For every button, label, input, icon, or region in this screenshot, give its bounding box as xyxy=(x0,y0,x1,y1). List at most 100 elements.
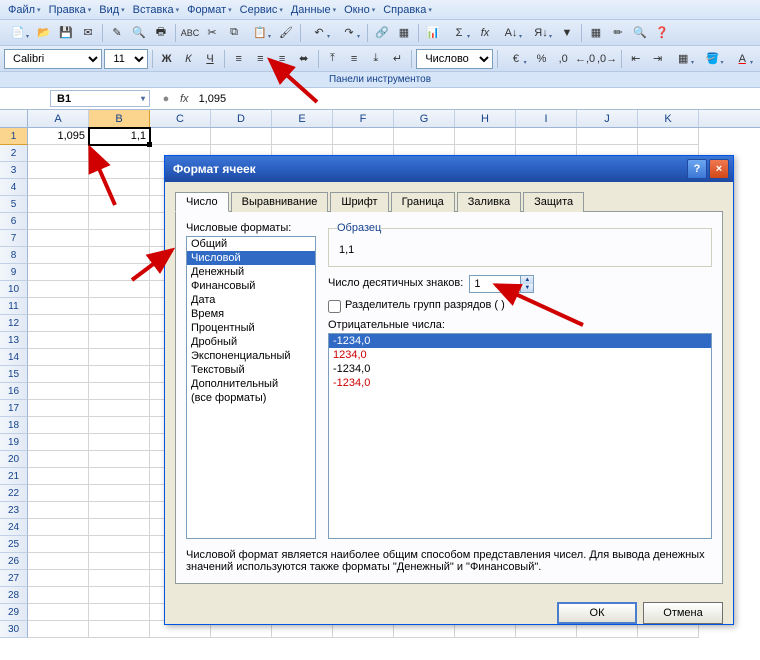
number-formats-listbox[interactable]: ОбщийЧисловойДенежныйФинансовыйДатаВремя… xyxy=(186,236,316,539)
cell-A7[interactable] xyxy=(28,230,89,247)
column-header-C[interactable]: C xyxy=(150,110,211,127)
table-button[interactable]: ▦ xyxy=(394,23,414,43)
sum-button[interactable]: Σ xyxy=(445,23,473,43)
cell-A24[interactable] xyxy=(28,519,89,536)
row-header[interactable]: 3 xyxy=(0,162,28,179)
negative-option[interactable]: -1234,0 xyxy=(329,376,711,390)
cell-F1[interactable] xyxy=(333,128,394,145)
format-painter-button[interactable]: 🖌 xyxy=(276,23,296,43)
cell-B5[interactable] xyxy=(89,196,150,213)
paste-button[interactable]: 📋 xyxy=(246,23,274,43)
menu-сервис[interactable]: Сервис xyxy=(236,2,287,18)
menu-файл[interactable]: Файл xyxy=(4,2,45,18)
cell-A9[interactable] xyxy=(28,264,89,281)
currency-button[interactable]: € xyxy=(502,49,530,69)
tab-4[interactable]: Заливка xyxy=(457,192,521,212)
cell-A26[interactable] xyxy=(28,553,89,570)
grid-button[interactable]: ▦ xyxy=(586,23,606,43)
menu-данные[interactable]: Данные xyxy=(287,2,340,18)
cell-B24[interactable] xyxy=(89,519,150,536)
column-header-B[interactable]: B xyxy=(89,110,150,127)
cell-A4[interactable] xyxy=(28,179,89,196)
open-button[interactable]: 📂 xyxy=(34,23,54,43)
cell-A22[interactable] xyxy=(28,485,89,502)
negative-numbers-listbox[interactable]: -1234,01234,0-1234,0-1234,0 xyxy=(328,333,712,539)
dialog-titlebar[interactable]: Формат ячеек ? × xyxy=(165,156,733,182)
column-header-D[interactable]: D xyxy=(211,110,272,127)
cell-B4[interactable] xyxy=(89,179,150,196)
cell-A14[interactable] xyxy=(28,349,89,366)
cell-A30[interactable] xyxy=(28,621,89,638)
format-option[interactable]: Время xyxy=(187,307,315,321)
select-all-corner[interactable] xyxy=(0,110,28,127)
format-option[interactable]: Дата xyxy=(187,293,315,307)
row-header[interactable]: 7 xyxy=(0,230,28,247)
cell-B28[interactable] xyxy=(89,587,150,604)
negative-option[interactable]: -1234,0 xyxy=(329,334,711,348)
format-option[interactable]: Финансовый xyxy=(187,279,315,293)
row-header[interactable]: 5 xyxy=(0,196,28,213)
cell-A25[interactable] xyxy=(28,536,89,553)
menu-окно[interactable]: Окно xyxy=(340,2,379,18)
row-header[interactable]: 23 xyxy=(0,502,28,519)
number-format-select[interactable]: Числово xyxy=(416,49,493,69)
align-center-button[interactable]: ≡ xyxy=(251,49,271,69)
decrease-decimal-button[interactable]: ,0→ xyxy=(597,49,617,69)
cell-B15[interactable] xyxy=(89,366,150,383)
sort-desc-button[interactable]: Я↓ xyxy=(527,23,555,43)
zoom-button[interactable]: 🔍 xyxy=(630,23,650,43)
align-right-button[interactable]: ≡ xyxy=(272,49,292,69)
tab-3[interactable]: Граница xyxy=(391,192,455,212)
cell-A17[interactable] xyxy=(28,400,89,417)
undo-button[interactable]: ↶ xyxy=(305,23,333,43)
cell-A8[interactable] xyxy=(28,247,89,264)
increase-decimal-button[interactable]: ←,0 xyxy=(575,49,595,69)
cell-B8[interactable] xyxy=(89,247,150,264)
cell-B16[interactable] xyxy=(89,383,150,400)
row-header[interactable]: 22 xyxy=(0,485,28,502)
row-header[interactable]: 20 xyxy=(0,451,28,468)
cell-B17[interactable] xyxy=(89,400,150,417)
align-left-button[interactable]: ≡ xyxy=(229,49,249,69)
column-header-F[interactable]: F xyxy=(333,110,394,127)
row-header[interactable]: 10 xyxy=(0,281,28,298)
font-color-button[interactable]: А xyxy=(729,49,757,69)
cell-B13[interactable] xyxy=(89,332,150,349)
chart-button[interactable]: 📊 xyxy=(423,23,443,43)
cell-A2[interactable] xyxy=(28,145,89,162)
menu-вид[interactable]: Вид xyxy=(95,2,128,18)
tab-5[interactable]: Защита xyxy=(523,192,584,212)
cell-A16[interactable] xyxy=(28,383,89,400)
cell-E1[interactable] xyxy=(272,128,333,145)
cell-B12[interactable] xyxy=(89,315,150,332)
format-option[interactable]: Дробный xyxy=(187,335,315,349)
row-header[interactable]: 30 xyxy=(0,621,28,638)
merge-button[interactable]: ⬌ xyxy=(294,49,314,69)
close-icon[interactable]: × xyxy=(709,159,729,179)
format-option[interactable]: Экспоненциальный xyxy=(187,349,315,363)
font-name-select[interactable]: Calibri xyxy=(4,49,102,69)
menu-вставка[interactable]: Вставка xyxy=(129,2,183,18)
negative-option[interactable]: -1234,0 xyxy=(329,362,711,376)
cell-B6[interactable] xyxy=(89,213,150,230)
format-option[interactable]: Процентный xyxy=(187,321,315,335)
column-header-J[interactable]: J xyxy=(577,110,638,127)
cell-A1[interactable]: 1,095 xyxy=(28,128,89,145)
cell-B19[interactable] xyxy=(89,434,150,451)
valign-middle-button[interactable]: ≡ xyxy=(344,49,364,69)
cell-B2[interactable] xyxy=(89,145,150,162)
cell-A18[interactable] xyxy=(28,417,89,434)
menu-правка[interactable]: Правка xyxy=(45,2,96,18)
comma-button[interactable]: ,0 xyxy=(553,49,573,69)
cell-G1[interactable] xyxy=(394,128,455,145)
bold-button[interactable]: Ж xyxy=(157,49,177,69)
column-header-K[interactable]: K xyxy=(638,110,699,127)
row-header[interactable]: 19 xyxy=(0,434,28,451)
valign-bottom-button[interactable]: ⤓ xyxy=(366,49,386,69)
cell-A19[interactable] xyxy=(28,434,89,451)
cell-A28[interactable] xyxy=(28,587,89,604)
filter-button[interactable]: ▼ xyxy=(557,23,577,43)
menu-формат[interactable]: Формат xyxy=(183,2,236,18)
row-header[interactable]: 1 xyxy=(0,128,28,145)
spin-up-icon[interactable]: ▲ xyxy=(520,276,533,284)
